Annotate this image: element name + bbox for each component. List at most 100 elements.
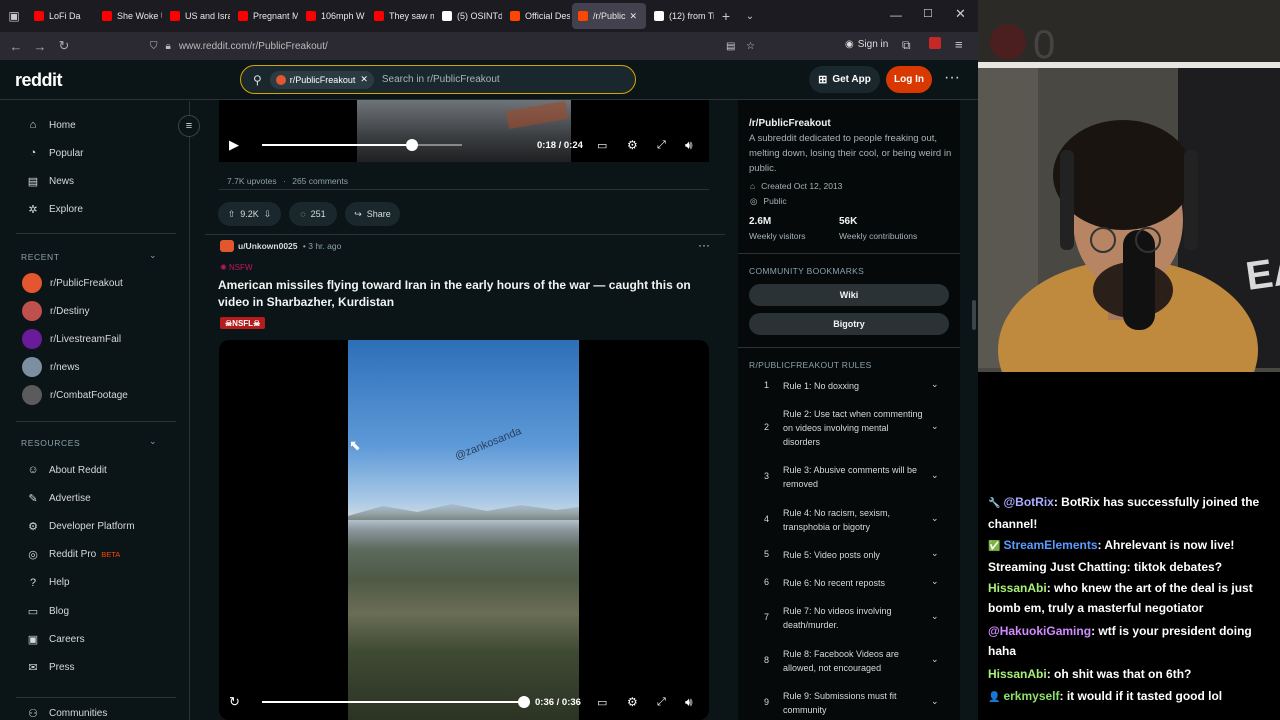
extensions-icon[interactable]: ⧉ bbox=[902, 38, 911, 53]
sidebar-item-explore[interactable]: ✲ Explore bbox=[0, 195, 180, 223]
chevron-down-icon[interactable]: ⌄ bbox=[931, 611, 939, 622]
sidebar-item-news[interactable]: ▤ News bbox=[0, 167, 180, 195]
sidebar-item-resource[interactable]: ☺ About Reddit bbox=[0, 456, 180, 484]
back-icon[interactable]: ← bbox=[4, 39, 28, 54]
sidebar-item-popular[interactable]: ◔ Popular bbox=[0, 139, 180, 167]
sidebar-item-resource[interactable]: ▭ Blog bbox=[0, 597, 180, 625]
captions-icon[interactable]: ▭ bbox=[597, 139, 607, 152]
browser-tab[interactable]: /r/Public ✕ bbox=[572, 3, 646, 29]
sidebar-item-resource[interactable]: ✉ Press bbox=[0, 653, 180, 681]
extension-badge-icon[interactable] bbox=[929, 37, 941, 49]
browser-tab[interactable]: (12) from Ti bbox=[648, 3, 714, 29]
post1-comments-button[interactable]: ◌ 251 bbox=[289, 202, 337, 226]
rule-item[interactable]: 7 Rule 7: No videos involving death/murde… bbox=[738, 604, 960, 632]
reddit-logo[interactable]: reddit bbox=[15, 70, 63, 91]
browser-tab[interactable]: (5) OSINTde bbox=[436, 3, 502, 29]
tab-list-chevron-icon[interactable]: ⌄ bbox=[738, 11, 762, 22]
chevron-down-icon[interactable]: ⌄ bbox=[931, 548, 939, 559]
captions-icon[interactable]: ▭ bbox=[597, 696, 607, 709]
sidebar-item-resource[interactable]: ⚙ Developer Platform bbox=[0, 512, 180, 540]
browser-tab[interactable]: They saw m bbox=[368, 3, 434, 29]
recent-header[interactable]: RECENT ⌄ bbox=[21, 250, 157, 262]
fullscreen-icon[interactable]: ⤢ bbox=[657, 696, 666, 709]
browser-tab[interactable]: US and Isra bbox=[164, 3, 230, 29]
replay-icon[interactable]: ↻ bbox=[229, 694, 249, 710]
browser-tab[interactable]: Official Des bbox=[504, 3, 570, 29]
new-tab-icon[interactable]: + bbox=[714, 8, 738, 24]
post2-more-icon[interactable]: ··· bbox=[698, 238, 710, 252]
sidebar-item-resource[interactable]: ✎ Advertise bbox=[0, 484, 180, 512]
close-tab-icon[interactable]: ✕ bbox=[630, 11, 638, 22]
browser-tab[interactable]: LoFi Da bbox=[28, 3, 94, 29]
rule-item[interactable]: 5 Rule 5: Video posts only ⌄ bbox=[738, 548, 960, 562]
forward-icon[interactable]: → bbox=[28, 39, 52, 54]
more-options-icon[interactable]: ··· bbox=[944, 69, 960, 87]
sign-in-button[interactable]: ◉ Sign in bbox=[845, 39, 888, 50]
shield-icon[interactable]: ⛉ bbox=[150, 41, 158, 52]
post2-title[interactable]: American missiles flying toward Iran in … bbox=[218, 277, 708, 311]
sidebar-item-recent[interactable]: r/PublicFreakout bbox=[0, 269, 180, 297]
post1-progress-knob[interactable] bbox=[406, 139, 418, 151]
menu-icon[interactable]: ≡ bbox=[955, 37, 963, 52]
tab-overview-icon[interactable]: ▣ bbox=[0, 9, 28, 23]
close-window-icon[interactable]: ✕ bbox=[955, 6, 966, 22]
bookmark-wiki-button[interactable]: Wiki bbox=[749, 284, 949, 306]
chat-username[interactable]: HissanAbi bbox=[988, 581, 1047, 595]
sidebar-item-recent[interactable]: r/CombatFootage bbox=[0, 381, 180, 409]
minimize-icon[interactable]: — bbox=[890, 8, 902, 22]
sidebar-item-resource[interactable]: ▣ Careers bbox=[0, 625, 180, 653]
chevron-down-icon[interactable]: ⌄ bbox=[931, 379, 939, 390]
sidebar-item-recent[interactable]: r/news bbox=[0, 353, 180, 381]
bookmark-star-icon[interactable]: ☆ bbox=[746, 41, 755, 52]
url-bar[interactable]: ⛉ 🔒︎ www.reddit.com/r/PublicFreakout/ ▤ … bbox=[150, 35, 770, 57]
sidebar-item-resource[interactable]: ◎ Reddit Pro BETA bbox=[0, 541, 180, 569]
rule-item[interactable]: 9 Rule 9: Submissions must fit community ⌄ bbox=[738, 689, 960, 717]
settings-gear-icon[interactable]: ⚙ bbox=[627, 138, 638, 152]
chevron-down-icon[interactable]: ⌄ bbox=[931, 654, 939, 665]
author-avatar[interactable] bbox=[220, 240, 234, 252]
collapse-sidebar-icon[interactable]: ≡ bbox=[178, 115, 200, 137]
post1-progress-track[interactable] bbox=[262, 139, 462, 151]
sidebar-item-communities[interactable]: ⚇ Communities bbox=[0, 699, 180, 720]
sidebar-item-home[interactable]: ⌂ Home bbox=[0, 111, 180, 139]
fullscreen-icon[interactable]: ⤢ bbox=[657, 139, 666, 152]
chip-close-icon[interactable]: ✕ bbox=[360, 74, 368, 85]
post2-progress-track[interactable] bbox=[262, 696, 530, 708]
get-app-button[interactable]: ⊞ Get App bbox=[809, 66, 880, 93]
chat-username[interactable]: HissanAbi bbox=[988, 667, 1047, 681]
upvote-icon[interactable]: ⇧ bbox=[228, 209, 236, 220]
chevron-down-icon[interactable]: ⌄ bbox=[931, 470, 939, 481]
chat-username[interactable]: StreamElements bbox=[1003, 538, 1097, 552]
chat-username[interactable]: erkmyself bbox=[1003, 689, 1059, 703]
rule-item[interactable]: 3 Rule 3: Abusive comments will be remove… bbox=[738, 463, 960, 491]
rule-item[interactable]: 2 Rule 2: Use tact when commenting on vid… bbox=[738, 407, 960, 449]
post2-author[interactable]: u/Unkown0025 bbox=[238, 241, 298, 251]
login-button[interactable]: Log In bbox=[886, 66, 932, 93]
resources-header[interactable]: RESOURCES ⌄ bbox=[21, 436, 157, 448]
rule-item[interactable]: 4 Rule 4: No racism, sexism, transphobia … bbox=[738, 506, 960, 534]
volume-icon[interactable]: 🔊︎ bbox=[685, 138, 693, 153]
downvote-icon[interactable]: ⇩ bbox=[264, 209, 272, 220]
search-bar[interactable]: ⚲ r/PublicFreakout ✕ Search in r/PublicF… bbox=[240, 65, 636, 94]
chevron-down-icon[interactable]: ⌄ bbox=[931, 696, 939, 707]
sidebar-item-recent[interactable]: r/LivestreamFail bbox=[0, 325, 180, 353]
chevron-down-icon[interactable]: ⌄ bbox=[931, 513, 939, 524]
chevron-down-icon[interactable]: ⌄ bbox=[931, 576, 939, 587]
chat-username[interactable]: @HakuokiGaming bbox=[988, 624, 1091, 638]
post2-progress-knob[interactable] bbox=[518, 696, 530, 708]
browser-tab[interactable]: She Woke U bbox=[96, 3, 162, 29]
sidebar-item-resource[interactable]: ? Help bbox=[0, 569, 180, 597]
sidebar-item-recent[interactable]: r/Destiny bbox=[0, 297, 180, 325]
chevron-down-icon[interactable]: ⌄ bbox=[931, 421, 939, 432]
settings-gear-icon[interactable]: ⚙ bbox=[627, 695, 638, 709]
browser-tab[interactable]: Pregnant M bbox=[232, 3, 298, 29]
search-community-chip[interactable]: r/PublicFreakout ✕ bbox=[269, 70, 374, 89]
chat-username[interactable]: @BotRix bbox=[1003, 495, 1053, 509]
rule-item[interactable]: 1 Rule 1: No doxxing ⌄ bbox=[738, 379, 960, 393]
page-scrollbar[interactable] bbox=[972, 300, 976, 330]
play-icon[interactable]: ▶ bbox=[229, 137, 249, 153]
volume-icon[interactable]: 🔊︎ bbox=[685, 695, 693, 710]
post2-video[interactable]: @zankosanda bbox=[219, 340, 709, 720]
browser-tab[interactable]: 106mph W bbox=[300, 3, 366, 29]
reload-icon[interactable]: ↻ bbox=[52, 38, 76, 54]
